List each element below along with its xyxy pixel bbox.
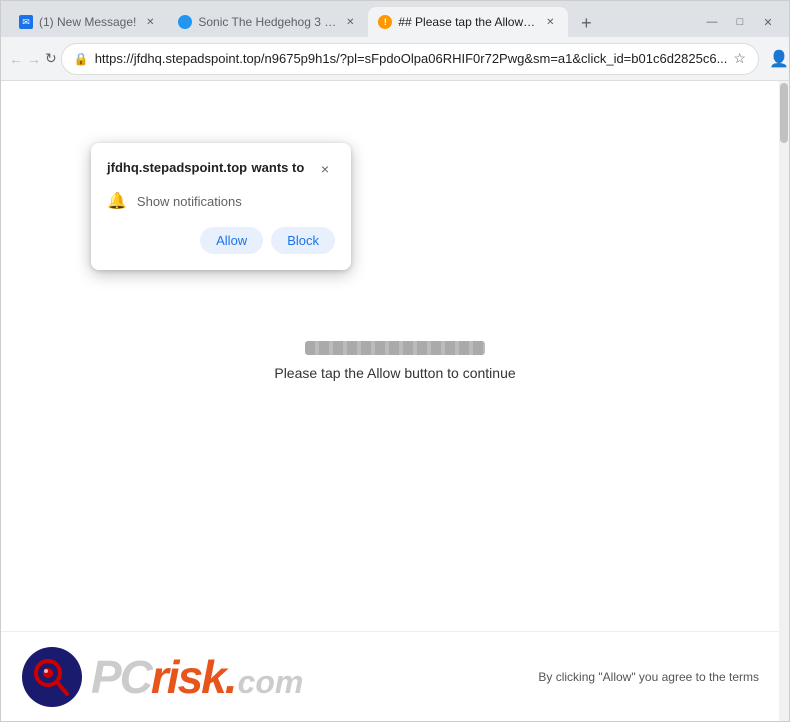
pcrisk-footer: PCrisk.com By clicking "Allow" you agree… (1, 631, 779, 721)
progress-bar (305, 341, 485, 355)
pcrisk-dot-text: . (225, 651, 238, 703)
reload-icon: ↻ (45, 50, 57, 67)
pcrisk-pc-text: PC (91, 651, 151, 703)
pcrisk-badge-svg (21, 646, 83, 708)
browser-window: ✉ (1) New Message! ✕ Sonic The Hedgehog … (0, 0, 790, 722)
popup-site-name: jfdhq.stepadspoint.top (107, 160, 247, 175)
close-button[interactable]: ✕ (755, 11, 781, 33)
page-content: jfdhq.stepadspoint.top wants to × 🔔 Show… (1, 81, 789, 721)
toolbar-actions: 👤 ⋮ (763, 43, 790, 75)
back-icon: ← (9, 51, 23, 67)
tab-2-close[interactable]: ✕ (342, 14, 358, 30)
new-tab-button[interactable]: + (572, 9, 600, 37)
bell-icon: 🔔 (107, 191, 127, 211)
forward-icon: → (27, 51, 41, 67)
minimize-button[interactable]: — (699, 11, 725, 33)
profile-button[interactable]: 👤 (763, 43, 790, 75)
star-icon[interactable]: ☆ (733, 50, 746, 67)
tab-3-favicon: ! (378, 15, 392, 29)
tab-2-favicon (178, 15, 192, 29)
profile-icon: 👤 (769, 49, 789, 69)
tab-1-favicon: ✉ (19, 15, 33, 29)
forward-button[interactable]: → (27, 43, 41, 75)
address-text: https://jfdhq.stepadspoint.top/n9675p9h1… (95, 51, 728, 66)
pcrisk-risk-text: risk (151, 651, 225, 703)
popup-permission-row: 🔔 Show notifications (107, 191, 335, 211)
tab-3[interactable]: ! ## Please tap the Allow button ✕ (368, 7, 568, 37)
window-controls: — □ ✕ (699, 11, 781, 37)
popup-site-info: jfdhq.stepadspoint.top wants to (107, 159, 304, 177)
pcrisk-logo: PCrisk.com (21, 646, 303, 708)
tab-2[interactable]: Sonic The Hedgehog 3 (2024)... ✕ (168, 7, 368, 37)
maximize-button[interactable]: □ (727, 11, 753, 33)
tab-2-title: Sonic The Hedgehog 3 (2024)... (198, 15, 336, 29)
popup-wants-to: wants to (252, 160, 305, 175)
address-bar[interactable]: 🔒 https://jfdhq.stepadspoint.top/n9675p9… (61, 43, 759, 75)
tab-1[interactable]: ✉ (1) New Message! ✕ (9, 7, 168, 37)
lock-icon: 🔒 (74, 52, 89, 66)
tab-1-title: (1) New Message! (39, 15, 136, 29)
pcrisk-text-logo: PCrisk.com (91, 650, 303, 704)
toolbar: ← → ↻ 🔒 https://jfdhq.stepadspoint.top/n… (1, 37, 789, 81)
popup-close-button[interactable]: × (315, 159, 335, 179)
pcrisk-com-text: com (238, 664, 304, 700)
popup-header: jfdhq.stepadspoint.top wants to × (107, 159, 335, 179)
block-button[interactable]: Block (271, 227, 335, 254)
tab-bar: ✉ (1) New Message! ✕ Sonic The Hedgehog … (1, 1, 789, 37)
scrollbar[interactable] (779, 81, 789, 721)
tab-3-close[interactable]: ✕ (542, 14, 558, 30)
popup-actions: Allow Block (107, 227, 335, 254)
popup-permission-text: Show notifications (137, 194, 242, 209)
page-instruction: Please tap the Allow button to continue (274, 365, 515, 381)
footer-terms: By clicking "Allow" you agree to the ter… (538, 670, 759, 684)
back-button[interactable]: ← (9, 43, 23, 75)
tab-1-close[interactable]: ✕ (142, 14, 158, 30)
permission-popup: jfdhq.stepadspoint.top wants to × 🔔 Show… (91, 143, 351, 270)
tab-3-title: ## Please tap the Allow button (398, 15, 536, 29)
allow-button[interactable]: Allow (200, 227, 263, 254)
reload-button[interactable]: ↻ (45, 43, 57, 75)
scrollbar-thumb (780, 83, 788, 143)
